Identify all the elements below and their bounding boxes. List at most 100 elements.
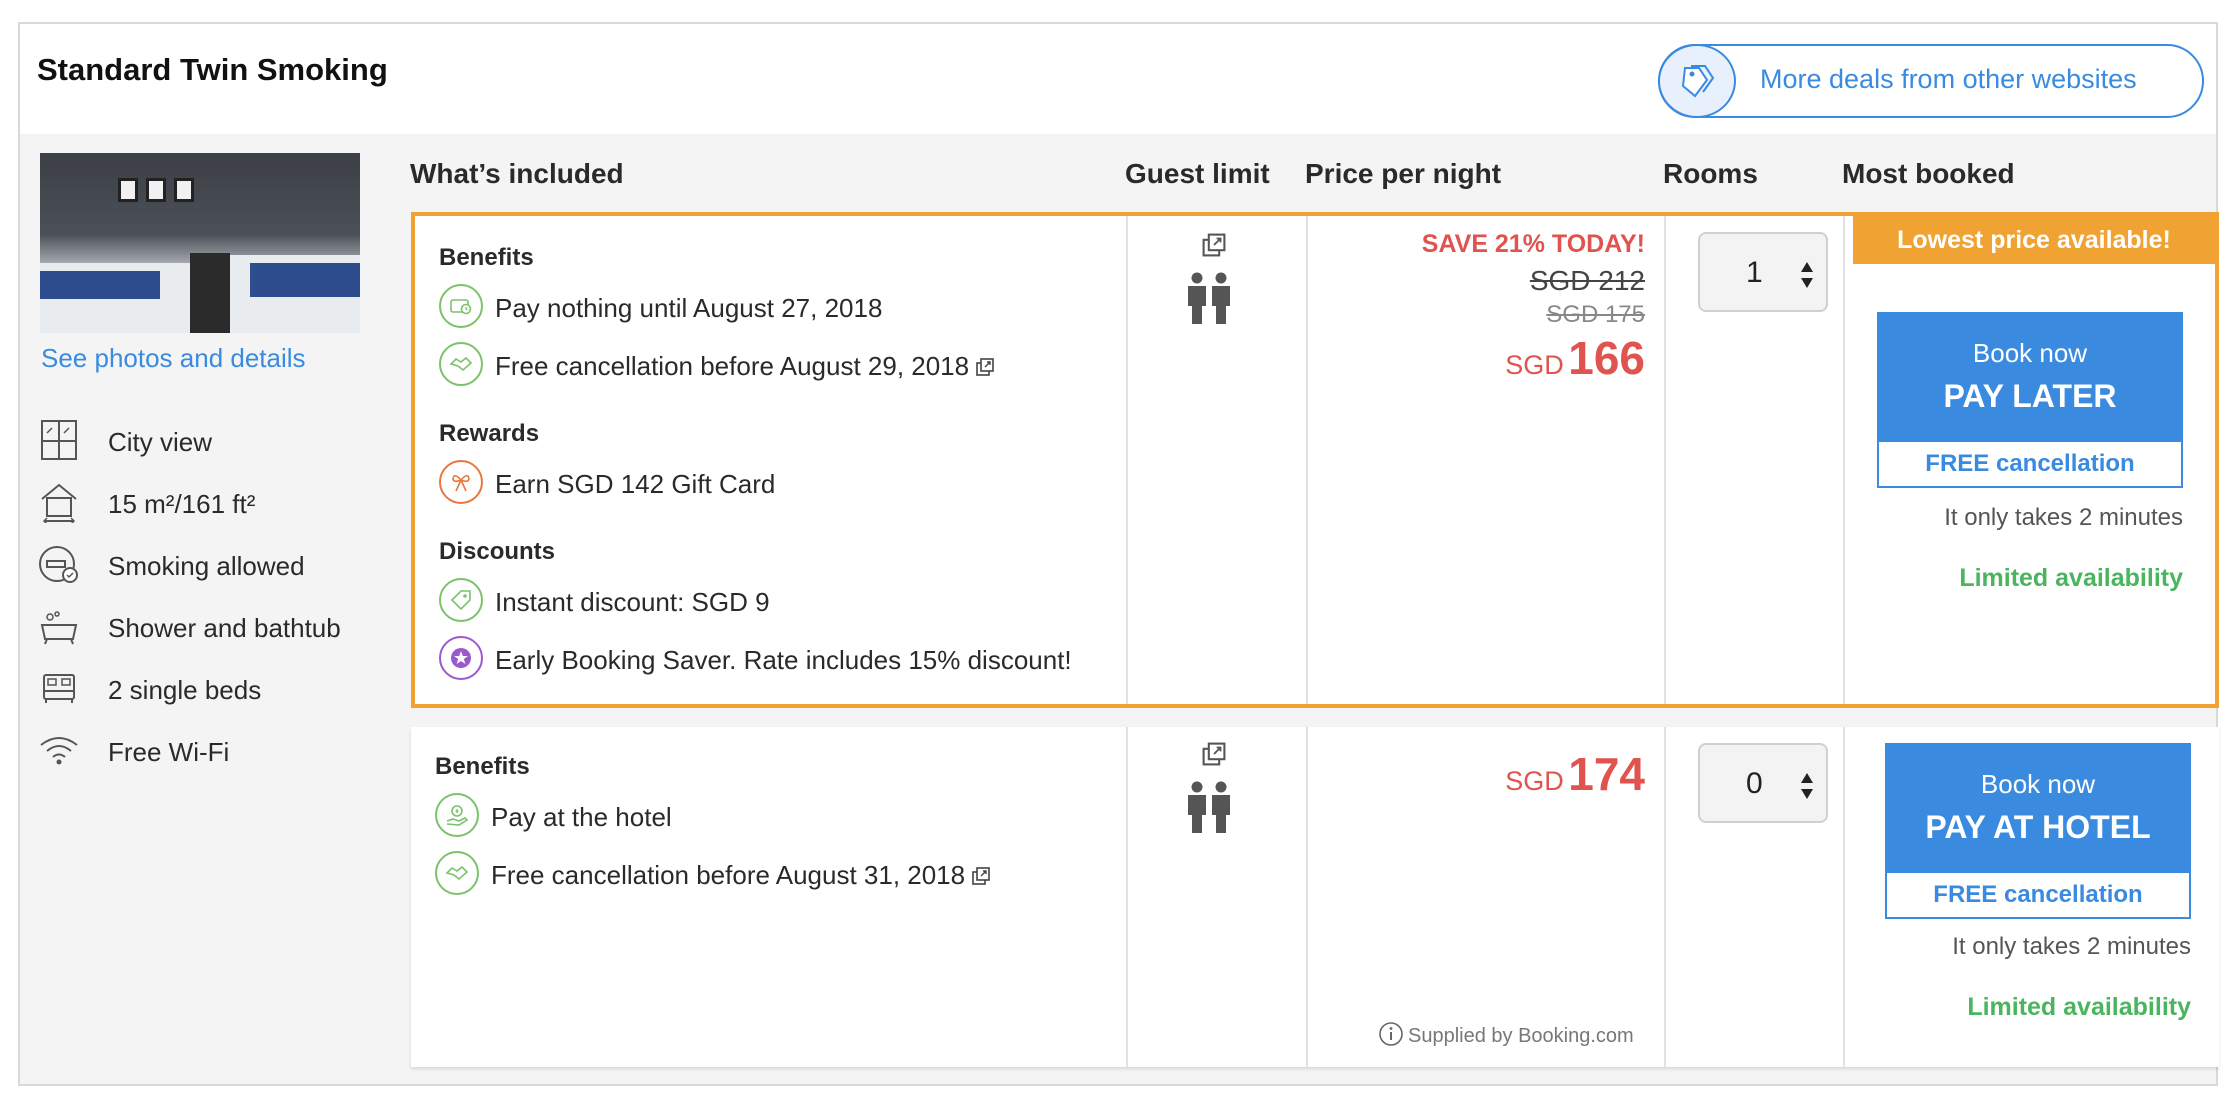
book-button-primary: Book now PAY LATER xyxy=(1879,314,2181,442)
amenity-label: Shower and bathtub xyxy=(108,613,341,643)
column-divider xyxy=(1664,727,1666,1067)
book-pay-at-hotel-button[interactable]: Book now PAY AT HOTEL FREE cancellation xyxy=(1885,743,2191,919)
benefit-text-value: Free cancellation before August 29, 2018 xyxy=(495,351,970,381)
column-header-included: What’s included xyxy=(410,158,624,189)
discount-text: Early Booking Saver. Rate includes 15% d… xyxy=(495,645,1072,675)
photo-pillow-decor xyxy=(250,263,360,297)
column-header-guest-limit: Guest limit xyxy=(1125,158,1270,189)
rooms-select[interactable]: 0 xyxy=(1698,743,1828,823)
benefits-label: Benefits xyxy=(439,244,534,271)
price-currency: SGD xyxy=(1505,350,1564,380)
benefit-text-value: Free cancellation before August 31, 2018 xyxy=(491,860,966,890)
wifi-icon xyxy=(38,729,80,771)
column-divider xyxy=(1126,727,1128,1067)
pay-option-label: PAY AT HOTEL xyxy=(1925,809,2151,845)
more-deals-button[interactable]: More deals from other websites xyxy=(1658,44,2204,118)
two-guests-icon xyxy=(1188,781,1230,833)
amenity-beds: 2 single beds xyxy=(38,667,398,711)
room-title: Standard Twin Smoking xyxy=(37,52,388,87)
price-amount: 174 xyxy=(1568,748,1645,800)
room-card: Standard Twin Smoking More deals from ot… xyxy=(18,22,2219,1086)
column-header-rooms: Rooms xyxy=(1663,158,1758,189)
info-icon[interactable] xyxy=(1378,1021,1404,1047)
current-price: SGD 166 xyxy=(1315,331,1645,385)
discounts-label: Discounts xyxy=(439,538,556,565)
column-divider xyxy=(1126,216,1128,704)
column-divider xyxy=(1843,216,1845,704)
benefit-text: Pay at the hotel xyxy=(491,802,672,832)
handshake-icon xyxy=(439,342,483,386)
bathtub-icon xyxy=(38,605,80,647)
column-header-most-booked: Most booked xyxy=(1842,158,2015,189)
room-card-header: Standard Twin Smoking More deals from ot… xyxy=(20,24,2216,134)
availability-status: Limited availability xyxy=(1967,993,2191,1021)
offer-row-pay-later: Benefits Pay nothing until August 27, 20… xyxy=(411,212,2219,708)
benefit-text: Pay nothing until August 27, 2018 xyxy=(495,293,883,323)
external-link-icon[interactable] xyxy=(975,357,995,377)
smoking-icon xyxy=(38,543,80,585)
tag-icon xyxy=(439,578,483,622)
amenity-label: City view xyxy=(108,427,213,457)
amenity-wifi: Free Wi-Fi xyxy=(38,729,398,773)
price-amount: 166 xyxy=(1568,332,1645,384)
photo-pillow-decor xyxy=(40,271,160,299)
photo-frame-decor xyxy=(174,178,194,202)
free-cancellation-label: FREE cancellation xyxy=(1933,881,2143,908)
handshake-icon xyxy=(435,851,479,895)
rewards-label: Rewards xyxy=(439,420,540,447)
house-icon xyxy=(38,481,80,525)
photo-nightstand-decor xyxy=(190,253,230,333)
price-tags-icon xyxy=(1658,44,1736,118)
photo-frame-decor xyxy=(118,178,138,202)
availability-status: Limited availability xyxy=(1959,564,2183,592)
price-block: SAVE 21% TODAY! SGD 212 SGD 175 SGD 166 xyxy=(1315,230,1645,385)
bed-icon xyxy=(38,667,80,709)
supplier-note: Supplied by Booking.com xyxy=(1378,1021,1634,1048)
amenity-label: Free Wi-Fi xyxy=(108,737,230,767)
booking-time-note: It only takes 2 minutes xyxy=(1952,933,2191,960)
free-cancellation-label: FREE cancellation xyxy=(1925,450,2135,477)
pay-option-label: PAY LATER xyxy=(1943,378,2117,414)
book-pay-later-button[interactable]: Book now PAY LATER FREE cancellation xyxy=(1877,312,2183,488)
photo-frame-decor xyxy=(146,178,166,202)
stepper-arrows-icon xyxy=(1801,262,1813,288)
current-price: SGD 174 xyxy=(1315,747,1645,801)
booking-time-note: It only takes 2 minutes xyxy=(1944,504,2183,531)
external-link-icon[interactable] xyxy=(1201,741,1227,767)
column-divider xyxy=(1306,216,1308,704)
original-price: SGD 212 xyxy=(1529,265,1645,296)
see-photos-link[interactable]: See photos and details xyxy=(41,343,306,374)
column-divider xyxy=(1306,727,1308,1067)
column-divider xyxy=(1843,727,1845,1067)
room-overview: See photos and details City view 15 m²/1… xyxy=(20,134,405,1084)
benefit-text: Free cancellation before August 29, 2018 xyxy=(495,351,995,382)
money-hand-icon xyxy=(435,793,479,837)
rooms-selected-value: 0 xyxy=(1746,767,1763,800)
reward-text: Earn SGD 142 Gift Card xyxy=(495,469,776,499)
window-icon xyxy=(38,419,80,461)
star-badge-icon xyxy=(439,636,483,680)
benefit-text: Free cancellation before August 31, 2018 xyxy=(491,860,991,891)
more-deals-label: More deals from other websites xyxy=(1760,64,2137,94)
benefits-label: Benefits xyxy=(435,753,530,780)
supplier-text: Supplied by Booking.com xyxy=(1408,1025,1634,1047)
book-now-label: Book now xyxy=(1972,338,2088,368)
price-currency: SGD xyxy=(1505,766,1564,796)
amenity-city-view: City view xyxy=(38,419,398,463)
rooms-selected-value: 1 xyxy=(1746,256,1763,289)
column-divider xyxy=(1664,216,1666,704)
price-block: SGD 174 xyxy=(1315,747,1645,801)
amenity-smoking: Smoking allowed xyxy=(38,543,398,587)
column-header-price: Price per night xyxy=(1305,158,1502,189)
amenity-label: Smoking allowed xyxy=(108,551,305,581)
offer-row-pay-at-hotel: Benefits Pay at the hotel Free cancellat… xyxy=(411,727,2219,1067)
external-link-icon[interactable] xyxy=(971,866,991,886)
previous-price: SGD 175 xyxy=(1546,301,1645,328)
two-guests-icon xyxy=(1188,272,1230,324)
rooms-select[interactable]: 1 xyxy=(1698,232,1828,312)
external-link-icon[interactable] xyxy=(1201,232,1227,258)
lowest-price-banner: Lowest price available! xyxy=(1853,216,2215,264)
room-photo[interactable] xyxy=(40,153,360,333)
stepper-arrows-icon xyxy=(1801,773,1813,799)
gift-icon xyxy=(439,460,483,504)
